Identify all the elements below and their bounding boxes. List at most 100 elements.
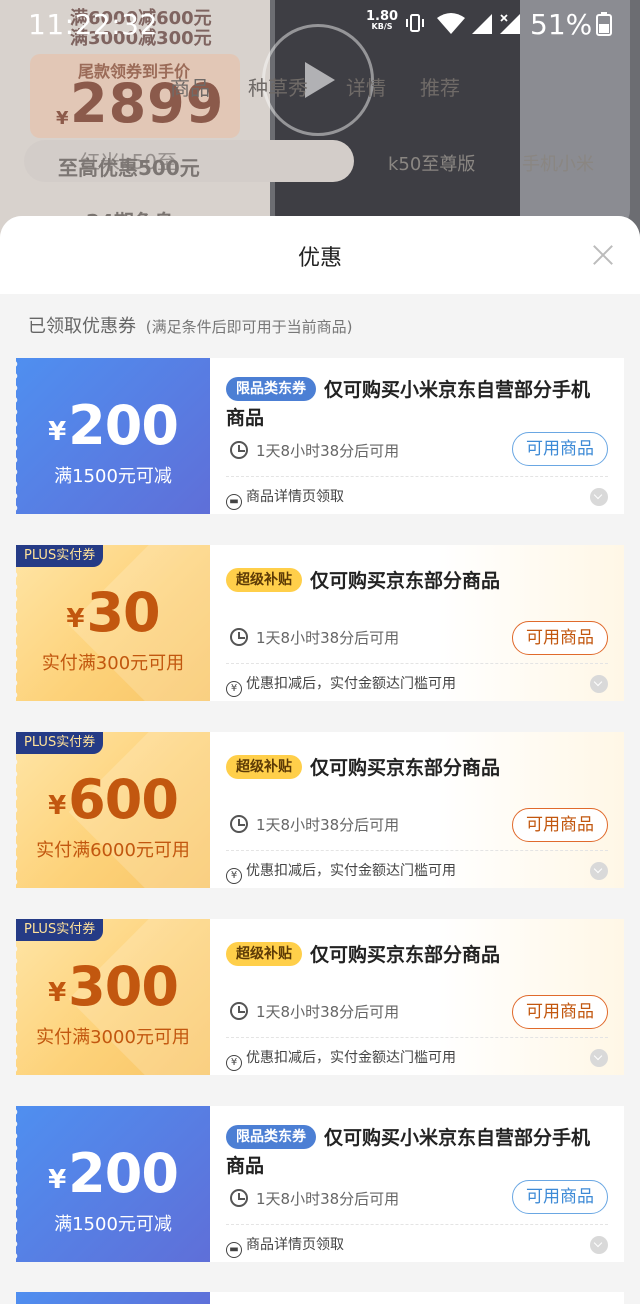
coupon-title: 超级补贴 仅可购买京东部分商品 [226, 941, 606, 969]
coupon-amount: ¥200 [16, 394, 210, 457]
signal-icon [472, 14, 492, 34]
battery-icon [596, 12, 612, 36]
available-products-button[interactable]: 可用商品 [512, 621, 608, 655]
clock-icon [230, 1189, 248, 1207]
coupon-value-panel: PLUS实付券 ¥300 实付满3000元可用 [16, 919, 210, 1075]
coupon-title: 限品类东券 仅可购买小米京东自营部分手机商品 [226, 1124, 606, 1180]
coupon-condition: 满1500元可减 [54, 1214, 172, 1235]
coupon-time: 1天8小时38分后可用 [230, 1188, 399, 1209]
currency-symbol: ¥ [48, 978, 67, 1008]
background-nav-tab: 商品 [170, 76, 210, 100]
sheet-header: 优惠 [0, 216, 640, 294]
background-nav-tab: 推荐 [420, 76, 460, 100]
coupon-sheet: 优惠 已领取优惠券 (满足条件后即可用于当前商品) ¥200 满1500元可减 … [0, 216, 640, 1304]
coupon-amount: ¥600 [16, 768, 210, 831]
coupon-amount-value: 200 [68, 394, 179, 457]
coupon-footer: ¥ 优惠扣减后，实付金额达门槛可用 [226, 1047, 456, 1071]
chevron-down-icon[interactable] [590, 1049, 608, 1067]
coupon-detail-panel: 限品类东券 仅可购买小米京东自营部分手机商品 1天8小时38分后可用 可用商品 ▬… [210, 358, 624, 514]
status-bar: 11:22:32 1.80 KB/S 51% [0, 0, 640, 48]
coupon-value-panel: PLUS实付券 ¥30 实付满300元可用 [16, 545, 210, 701]
currency-symbol: ¥ [48, 791, 67, 821]
coupon-title-text: 仅可购买京东部分商品 [310, 944, 501, 966]
currency-symbol: ¥ [48, 417, 67, 447]
section-title: 已领取优惠券 [28, 316, 136, 337]
coupon-title: 超级补贴 仅可购买京东部分商品 [226, 567, 606, 595]
coupon-footer: ▬ 商品详情页领取 [226, 1234, 344, 1258]
coupon-amount: ¥200 [16, 1142, 210, 1205]
available-products-button[interactable]: 可用商品 [512, 995, 608, 1029]
coupon-amount: ¥300 [16, 955, 210, 1018]
vibrate-icon [406, 14, 424, 32]
coupon-card[interactable]: ¥200 满1500元可减 限品类东券 仅可购买小米京东自营部分手机商品 1天8小… [16, 358, 624, 514]
coupon-badge: 限品类东券 [226, 377, 316, 401]
coupon-amount-value: 200 [68, 1142, 179, 1205]
battery-percent: 51% [530, 8, 593, 41]
coupon-value-panel: ¥200 满1500元可减 [16, 358, 210, 514]
available-products-button[interactable]: 可用商品 [512, 432, 608, 466]
coupon-time-text: 1天8小时38分后可用 [256, 1003, 400, 1021]
close-icon[interactable] [590, 242, 616, 268]
coupon-card[interactable]: PLUS实付券 ¥600 实付满6000元可用 超级补贴 仅可购买京东部分商品 1… [16, 732, 624, 888]
coupon-condition: 实付满300元可用 [41, 653, 185, 674]
network-speed: 1.80 KB/S [366, 10, 398, 32]
coupon-title: 限品类东券 仅可购买小米京东自营部分手机商品 [226, 376, 606, 432]
coupon-badge: 限品类东券 [226, 1125, 316, 1149]
background-nav-tab: 种草秀 [248, 76, 308, 100]
coupon-time-text: 1天8小时38分后可用 [256, 629, 400, 647]
coupon-time: 1天8小时38分后可用 [230, 814, 399, 835]
coupon-card[interactable]: PLUS实付券 ¥300 实付满3000元可用 超级补贴 仅可购买京东部分商品 1… [16, 919, 624, 1075]
coupon-value-panel: ¥200 满1500元可减 [16, 1106, 210, 1262]
background-max-discount: 至高优惠500元 [58, 156, 200, 180]
coupon-amount-value: 30 [86, 581, 160, 644]
coupon-time-text: 1天8小时38分后可用 [256, 816, 400, 834]
yen-icon: ¥ [226, 868, 242, 884]
coupon-footer: ¥ 优惠扣减后，实付金额达门槛可用 [226, 673, 456, 697]
chevron-down-icon[interactable] [590, 1236, 608, 1254]
divider [226, 850, 608, 851]
clock-icon [230, 628, 248, 646]
plus-tag: PLUS实付券 [16, 919, 104, 941]
plus-tag: PLUS实付券 [16, 732, 104, 754]
currency-symbol: ¥ [66, 604, 85, 634]
coupon-card[interactable]: PLUS实付券 ¥30 实付满300元可用 超级补贴 仅可购买京东部分商品 1天8… [16, 545, 624, 701]
coupon-badge: 超级补贴 [226, 942, 302, 966]
clock-icon [230, 815, 248, 833]
coupon-time: 1天8小时38分后可用 [230, 1001, 399, 1022]
currency-symbol: ¥ [48, 1165, 67, 1195]
coupon-condition: 实付满3000元可用 [36, 1027, 190, 1048]
clock-icon [230, 1002, 248, 1020]
coupon-title: 超级补贴 仅可购买京东部分商品 [226, 754, 606, 782]
divider [226, 663, 608, 664]
ticket-icon: ▬ [226, 1242, 242, 1258]
section-header: 已领取优惠券 (满足条件后即可用于当前商品) [28, 312, 352, 338]
yen-icon: ¥ [226, 681, 242, 697]
coupon-amount: ¥30 [16, 581, 210, 644]
chevron-down-icon[interactable] [590, 675, 608, 693]
coupon-detail-panel: 限品类东券 仅可购买小米京东自营部分手机商品 1天8小时38分后可用 可用商品 ▬… [210, 1106, 624, 1262]
coupon-footer-text: 优惠扣减后，实付金额达门槛可用 [246, 1050, 456, 1066]
available-products-button[interactable]: 可用商品 [512, 1180, 608, 1214]
coupon-card[interactable]: ¥200 满1500元可减 限品类东券 仅可购买小米京东自营部分手机商品 1天8小… [16, 1106, 624, 1262]
coupon-detail-panel: 超级补贴 仅可购买京东部分商品 1天8小时38分后可用 可用商品 ¥ 优惠扣减后，实… [210, 919, 624, 1075]
coupon-footer: ▬ 商品详情页领取 [226, 486, 344, 510]
coupon-footer-text: 优惠扣减后，实付金额达门槛可用 [246, 863, 456, 879]
coupon-time-text: 1天8小时38分后可用 [256, 1190, 400, 1208]
coupon-detail-panel [210, 1292, 624, 1304]
sheet-title: 优惠 [297, 246, 342, 271]
chevron-down-icon[interactable] [590, 862, 608, 880]
background-nav-tab: 详情 [346, 76, 386, 100]
plus-tag: PLUS实付券 [16, 545, 104, 567]
coupon-card-peek [16, 1292, 624, 1304]
available-products-button[interactable]: 可用商品 [512, 808, 608, 842]
coupon-value-panel [16, 1292, 210, 1304]
ticket-icon: ▬ [226, 494, 242, 510]
coupon-time: 1天8小时38分后可用 [230, 627, 399, 648]
chevron-down-icon[interactable] [590, 488, 608, 506]
divider [226, 1037, 608, 1038]
coupon-footer: ¥ 优惠扣减后，实付金额达门槛可用 [226, 860, 456, 884]
coupon-condition: 实付满6000元可用 [36, 840, 190, 861]
coupon-amount-value: 600 [68, 768, 179, 831]
section-subtitle: (满足条件后即可用于当前商品) [145, 318, 353, 336]
coupon-title-text: 仅可购买京东部分商品 [310, 570, 501, 592]
